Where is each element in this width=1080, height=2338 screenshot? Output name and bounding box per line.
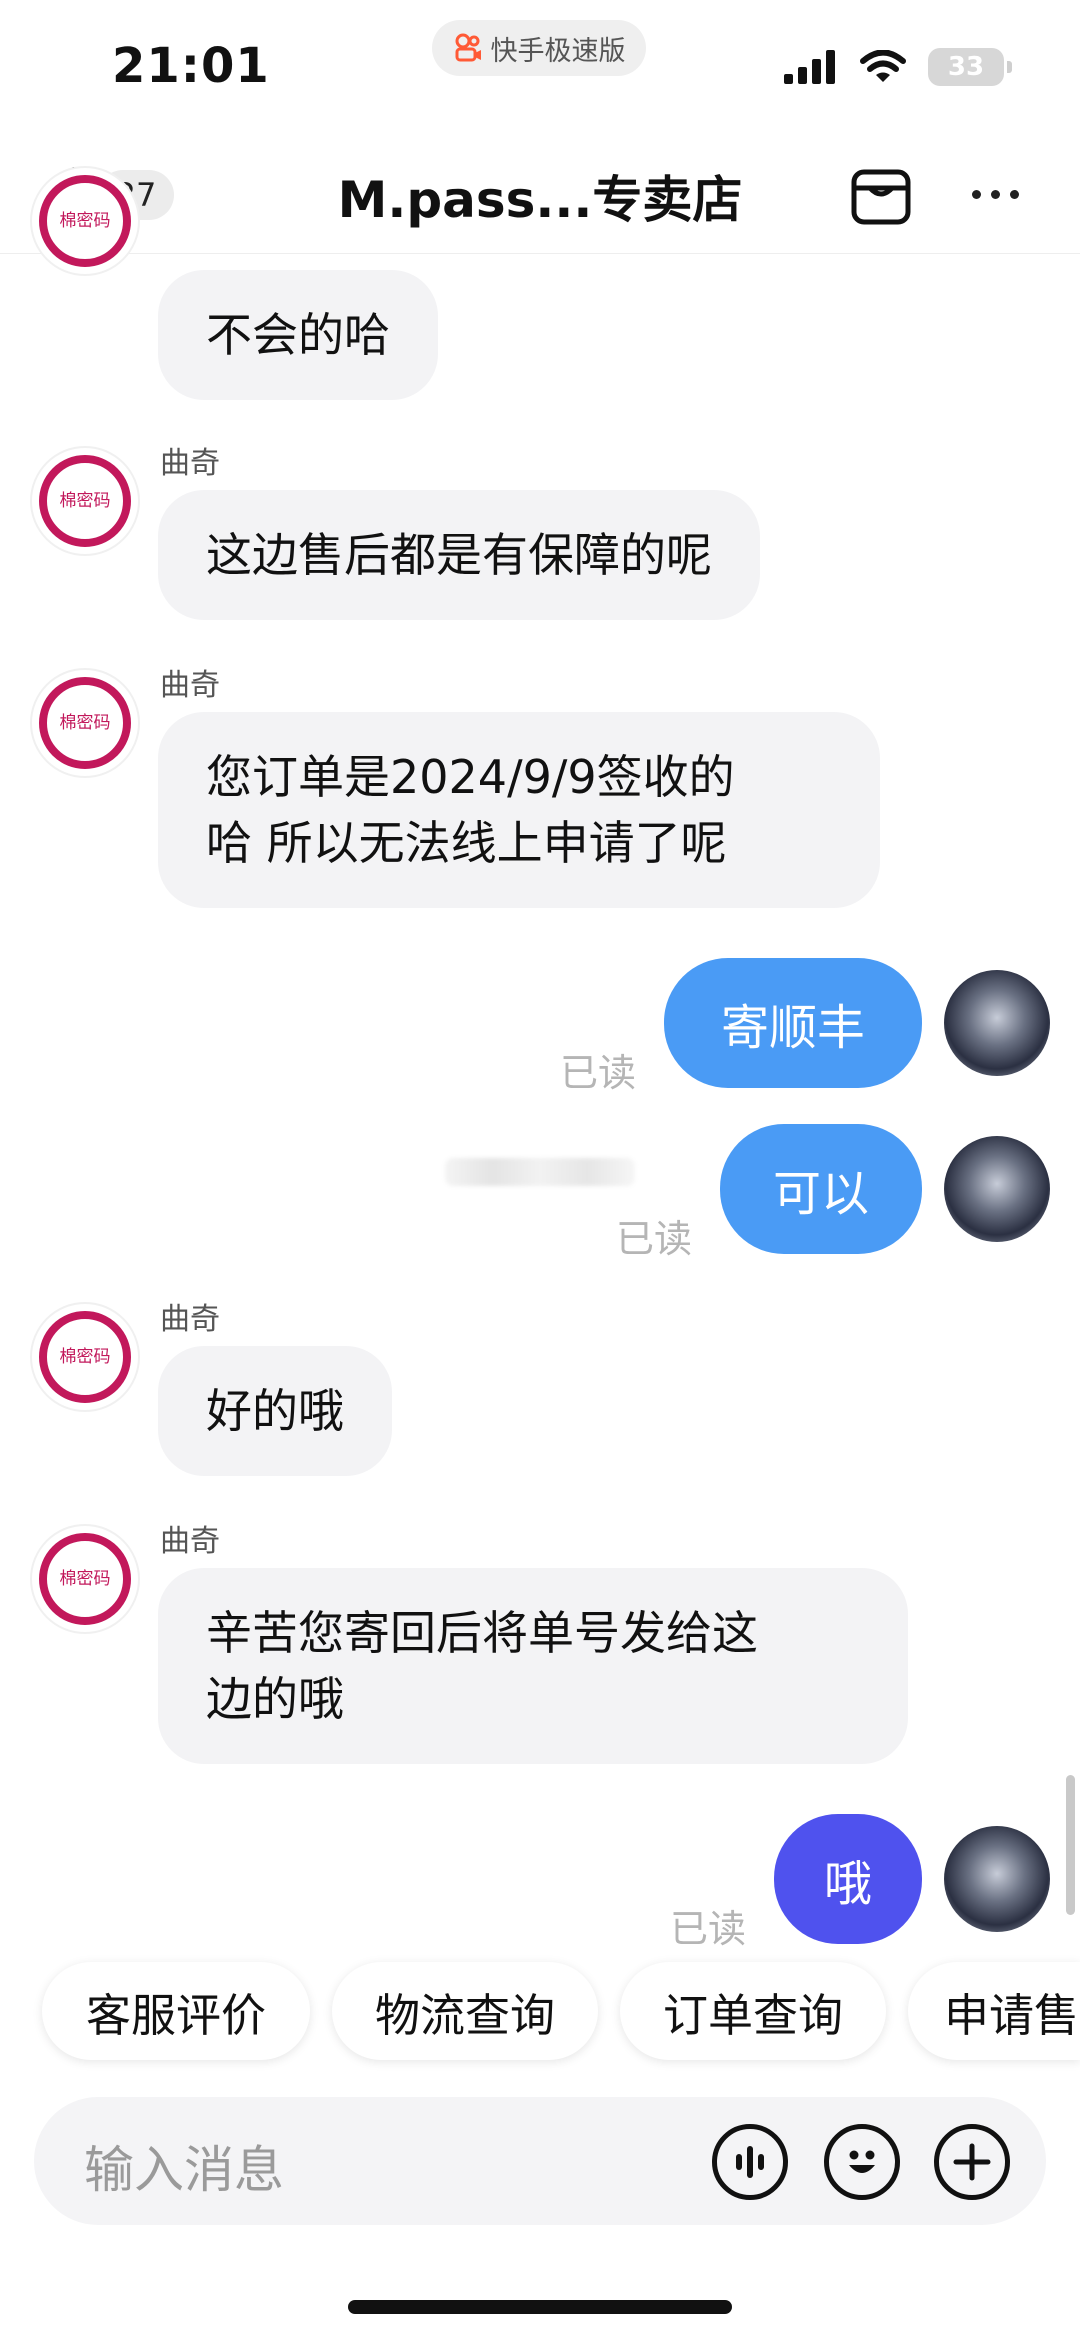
shop-avatar[interactable]: 棉密码 (32, 1304, 138, 1410)
shop-logo-icon: 棉密码 (39, 1311, 131, 1403)
sender-name: 曲奇 (160, 1302, 220, 1337)
shop-logo-icon: 棉密码 (39, 175, 131, 267)
shop-logo-icon: 棉密码 (39, 1533, 131, 1625)
message-text: 这边售后都是有保障的呢 (206, 528, 712, 582)
read-receipt: 已读 (560, 1051, 637, 1095)
input-placeholder: 输入消息 (84, 2141, 284, 2199)
shop-avatar[interactable]: 棉密码 (32, 448, 138, 554)
message-text: 可以 (772, 1166, 869, 1222)
emoji-icon[interactable] (824, 2124, 900, 2200)
shop-logo-icon: 棉密码 (39, 677, 131, 769)
message-text: 寄顺丰 (720, 1000, 865, 1056)
my-avatar[interactable] (944, 1136, 1050, 1242)
home-indicator[interactable] (348, 2300, 732, 2314)
kuaishou-logo-icon (455, 33, 481, 62)
sender-name: 曲奇 (160, 446, 220, 481)
message-text-line: 您订单是2024/9/9签收的 (206, 750, 735, 804)
wifi-icon (860, 50, 906, 82)
message-bubble: 不会的哈 (158, 270, 438, 400)
return-to-app-pill[interactable]: 快手极速版 (432, 20, 646, 76)
svg-text:棉密码: 棉密码 (60, 491, 111, 511)
outgoing-bubble: 哦 (774, 1814, 922, 1944)
message-text: 好的哦 (206, 1384, 344, 1438)
signal-icon (784, 50, 835, 84)
shop-logo-icon: 棉密码 (39, 455, 131, 547)
chip-label: 客服评价 (85, 1988, 266, 2042)
shop-avatar[interactable]: 棉密码 (32, 1526, 138, 1632)
message-text-line: 边的哦 (206, 1672, 344, 1726)
chat-title: M.pass...专卖店 (337, 171, 743, 229)
smiley-icon (849, 2150, 875, 2173)
message-text-line: 哈 所以无法线上申请了呢 (206, 816, 727, 870)
shop-avatar-text: 棉密码 (60, 211, 111, 231)
svg-text:棉密码: 棉密码 (60, 1569, 111, 1589)
my-avatar[interactable] (944, 970, 1050, 1076)
sender-name: 曲奇 (160, 668, 220, 703)
store-icon[interactable] (850, 166, 912, 226)
chip-label: 物流查询 (374, 1988, 555, 2042)
add-icon[interactable] (934, 2124, 1010, 2200)
outgoing-bubble: 可以 (720, 1124, 922, 1254)
read-receipt: 已读 (670, 1907, 747, 1951)
voice-wave-icon (736, 2146, 764, 2178)
status-icons: 33 (784, 48, 1012, 86)
message-bubble: 好的哦 (158, 1346, 392, 1476)
quick-action-chip[interactable]: 客服评价 (42, 1962, 310, 2060)
my-avatar[interactable] (944, 1826, 1050, 1932)
read-receipt: 已读 (616, 1217, 693, 1261)
svg-text:棉密码: 棉密码 (60, 1347, 111, 1367)
message-bubble: 这边售后都是有保障的呢 (158, 490, 760, 620)
quick-action-chip[interactable]: 申请售 (908, 1962, 1080, 2060)
outgoing-bubble: 寄顺丰 (664, 958, 922, 1088)
message-bubble: 辛苦您寄回后将单号发给这 边的哦 (158, 1568, 908, 1764)
status-time: 21:01 (112, 38, 270, 94)
battery-icon: 33 (928, 48, 1012, 86)
voice-icon[interactable] (712, 2124, 788, 2200)
scrollbar[interactable] (1066, 1775, 1075, 1915)
message-bubble: 您订单是2024/9/9签收的 哈 所以无法线上申请了呢 (158, 712, 880, 908)
chat-header: 27 M.pass...专卖店 (0, 140, 1080, 254)
plus-icon (953, 2143, 991, 2181)
message-text: 哦 (823, 1856, 872, 1912)
app-pill-label: 快手极速版 (490, 35, 626, 67)
message-text: 不会的哈 (206, 308, 390, 362)
more-options-icon[interactable] (972, 190, 1019, 199)
shop-avatar[interactable]: 棉密码 (32, 670, 138, 776)
chip-label: 订单查询 (662, 1988, 843, 2042)
chip-label: 申请售 (944, 1988, 1080, 2042)
shop-avatar[interactable]: 棉密码 (32, 168, 138, 274)
sender-name: 曲奇 (160, 1524, 220, 1559)
quick-action-chip[interactable]: 物流查询 (332, 1962, 598, 2060)
battery-level: 33 (947, 52, 985, 82)
message-text-line: 辛苦您寄回后将单号发给这 (206, 1606, 758, 1660)
svg-text:棉密码: 棉密码 (60, 713, 111, 733)
blurred-area (445, 1158, 635, 1186)
quick-action-chip[interactable]: 订单查询 (620, 1962, 886, 2060)
